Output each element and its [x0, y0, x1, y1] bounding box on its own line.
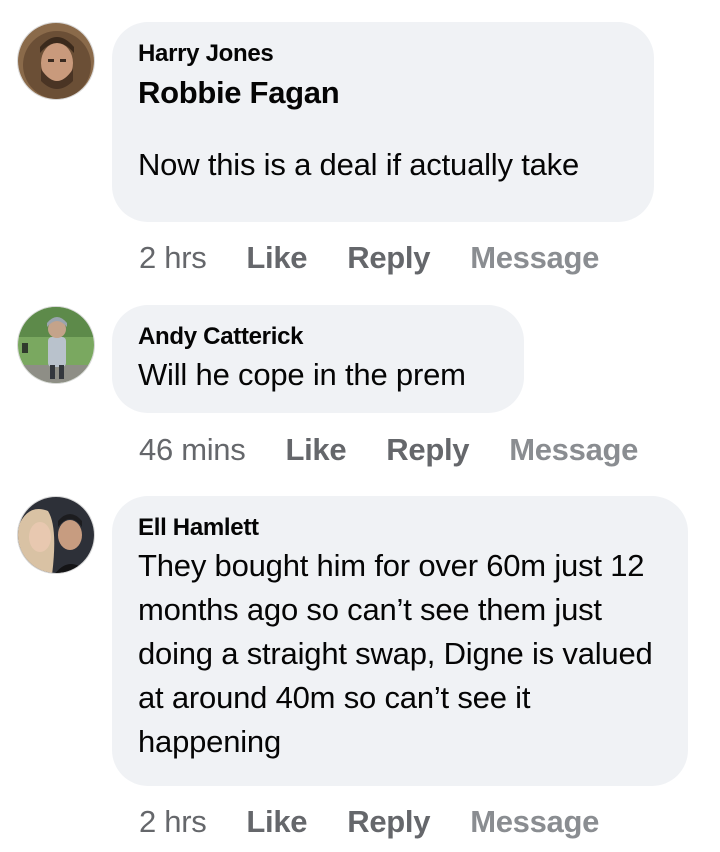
comment-actions: 46 mins Like Reply Message: [139, 430, 638, 470]
user-avatar-hooded-man-icon: [18, 23, 94, 99]
avatar[interactable]: [17, 306, 95, 384]
comment-author[interactable]: Harry Jones: [138, 39, 628, 69]
comment-text: Will he cope in the prem: [138, 357, 466, 392]
comment-bubble: Harry Jones Robbie Fagan Now this is a d…: [112, 22, 654, 222]
comment-actions: 2 hrs Like Reply Message: [139, 802, 599, 842]
message-button[interactable]: Message: [470, 802, 599, 842]
like-button[interactable]: Like: [246, 802, 307, 842]
comment-author[interactable]: Andy Catterick: [138, 322, 498, 352]
comment-text: Now this is a deal if actually take: [138, 147, 579, 182]
message-button[interactable]: Message: [470, 238, 599, 278]
reply-button[interactable]: Reply: [386, 430, 469, 470]
comment-bubble: Ell Hamlett They bought him for over 60m…: [112, 496, 688, 786]
like-button[interactable]: Like: [285, 430, 346, 470]
comment-bubble: Andy Catterick Will he cope in the prem: [112, 305, 524, 413]
comment-actions: 2 hrs Like Reply Message: [139, 238, 599, 278]
reply-button[interactable]: Reply: [347, 802, 430, 842]
reply-button[interactable]: Reply: [347, 238, 430, 278]
user-avatar-child-outdoors-icon: [18, 307, 94, 383]
like-button[interactable]: Like: [246, 238, 307, 278]
comment-text: They bought him for over 60m just 12 mon…: [138, 548, 653, 759]
avatar[interactable]: [17, 22, 95, 100]
avatar[interactable]: [17, 496, 95, 574]
comment-author[interactable]: Ell Hamlett: [138, 513, 668, 543]
mention-tag[interactable]: Robbie Fagan: [138, 74, 628, 112]
timestamp[interactable]: 46 mins: [139, 430, 246, 470]
user-avatar-couple-icon: [18, 497, 94, 573]
timestamp[interactable]: 2 hrs: [139, 238, 207, 278]
message-button[interactable]: Message: [509, 430, 638, 470]
timestamp[interactable]: 2 hrs: [139, 802, 207, 842]
